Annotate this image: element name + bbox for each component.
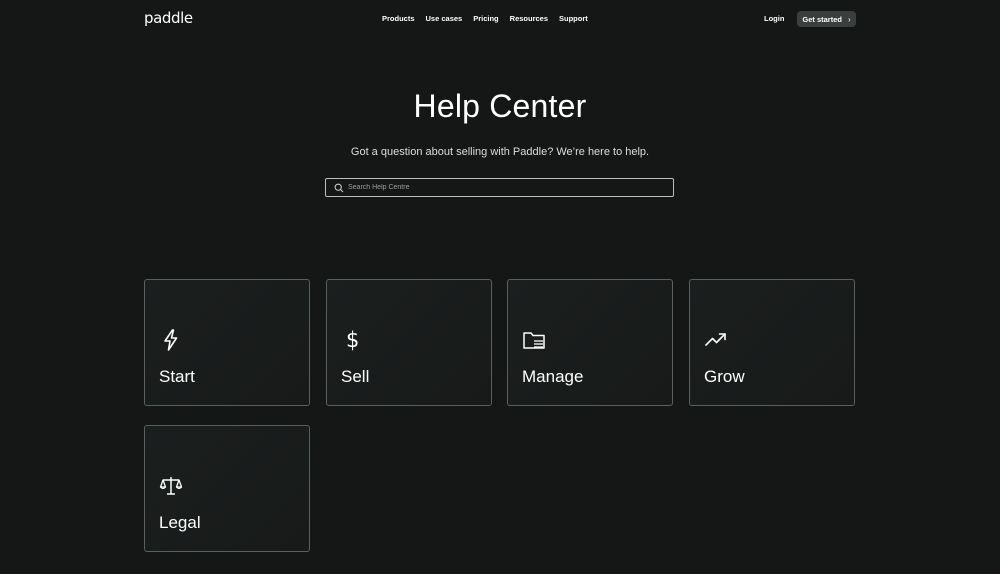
paddle-logo[interactable]: paddle xyxy=(144,9,193,27)
category-card-manage[interactable]: Manage xyxy=(507,279,673,406)
chevron-right-icon: › xyxy=(847,14,851,24)
trending-up-icon xyxy=(704,328,728,352)
page: paddle Products Use cases Pricing Resour… xyxy=(0,0,1000,574)
page-subtitle: Got a question about selling with Paddle… xyxy=(350,146,650,158)
category-label: Manage xyxy=(522,367,584,386)
category-label: Grow xyxy=(704,367,745,386)
search-icon xyxy=(334,183,344,193)
category-label: Sell xyxy=(341,367,370,386)
category-card-legal[interactable]: Legal xyxy=(144,425,310,552)
nav-pricing[interactable]: Pricing xyxy=(473,14,498,23)
lightning-icon xyxy=(159,328,183,352)
nav-products[interactable]: Products xyxy=(382,14,415,23)
category-label: Legal xyxy=(159,513,201,532)
get-started-label: Get started xyxy=(802,14,842,24)
category-card-sell[interactable]: $ Sell xyxy=(326,279,492,406)
main-nav: Products Use cases Pricing Resources Sup… xyxy=(382,14,588,23)
svg-text:$: $ xyxy=(346,328,359,352)
login-link[interactable]: Login xyxy=(764,14,784,23)
nav-support[interactable]: Support xyxy=(559,14,588,23)
search-input[interactable] xyxy=(348,184,648,191)
folder-icon xyxy=(522,328,546,352)
category-label: Start xyxy=(159,367,195,386)
nav-use-cases[interactable]: Use cases xyxy=(426,14,463,23)
scales-icon xyxy=(159,474,183,498)
category-card-start[interactable]: Start xyxy=(144,279,310,406)
page-title: Help Center xyxy=(413,88,587,124)
top-navigation: paddle Products Use cases Pricing Resour… xyxy=(0,0,1000,38)
search-box[interactable] xyxy=(325,178,674,197)
get-started-button[interactable]: Get started › xyxy=(797,11,856,27)
dollar-icon: $ xyxy=(341,328,365,352)
nav-resources[interactable]: Resources xyxy=(510,14,548,23)
category-card-grow[interactable]: Grow xyxy=(689,279,855,406)
